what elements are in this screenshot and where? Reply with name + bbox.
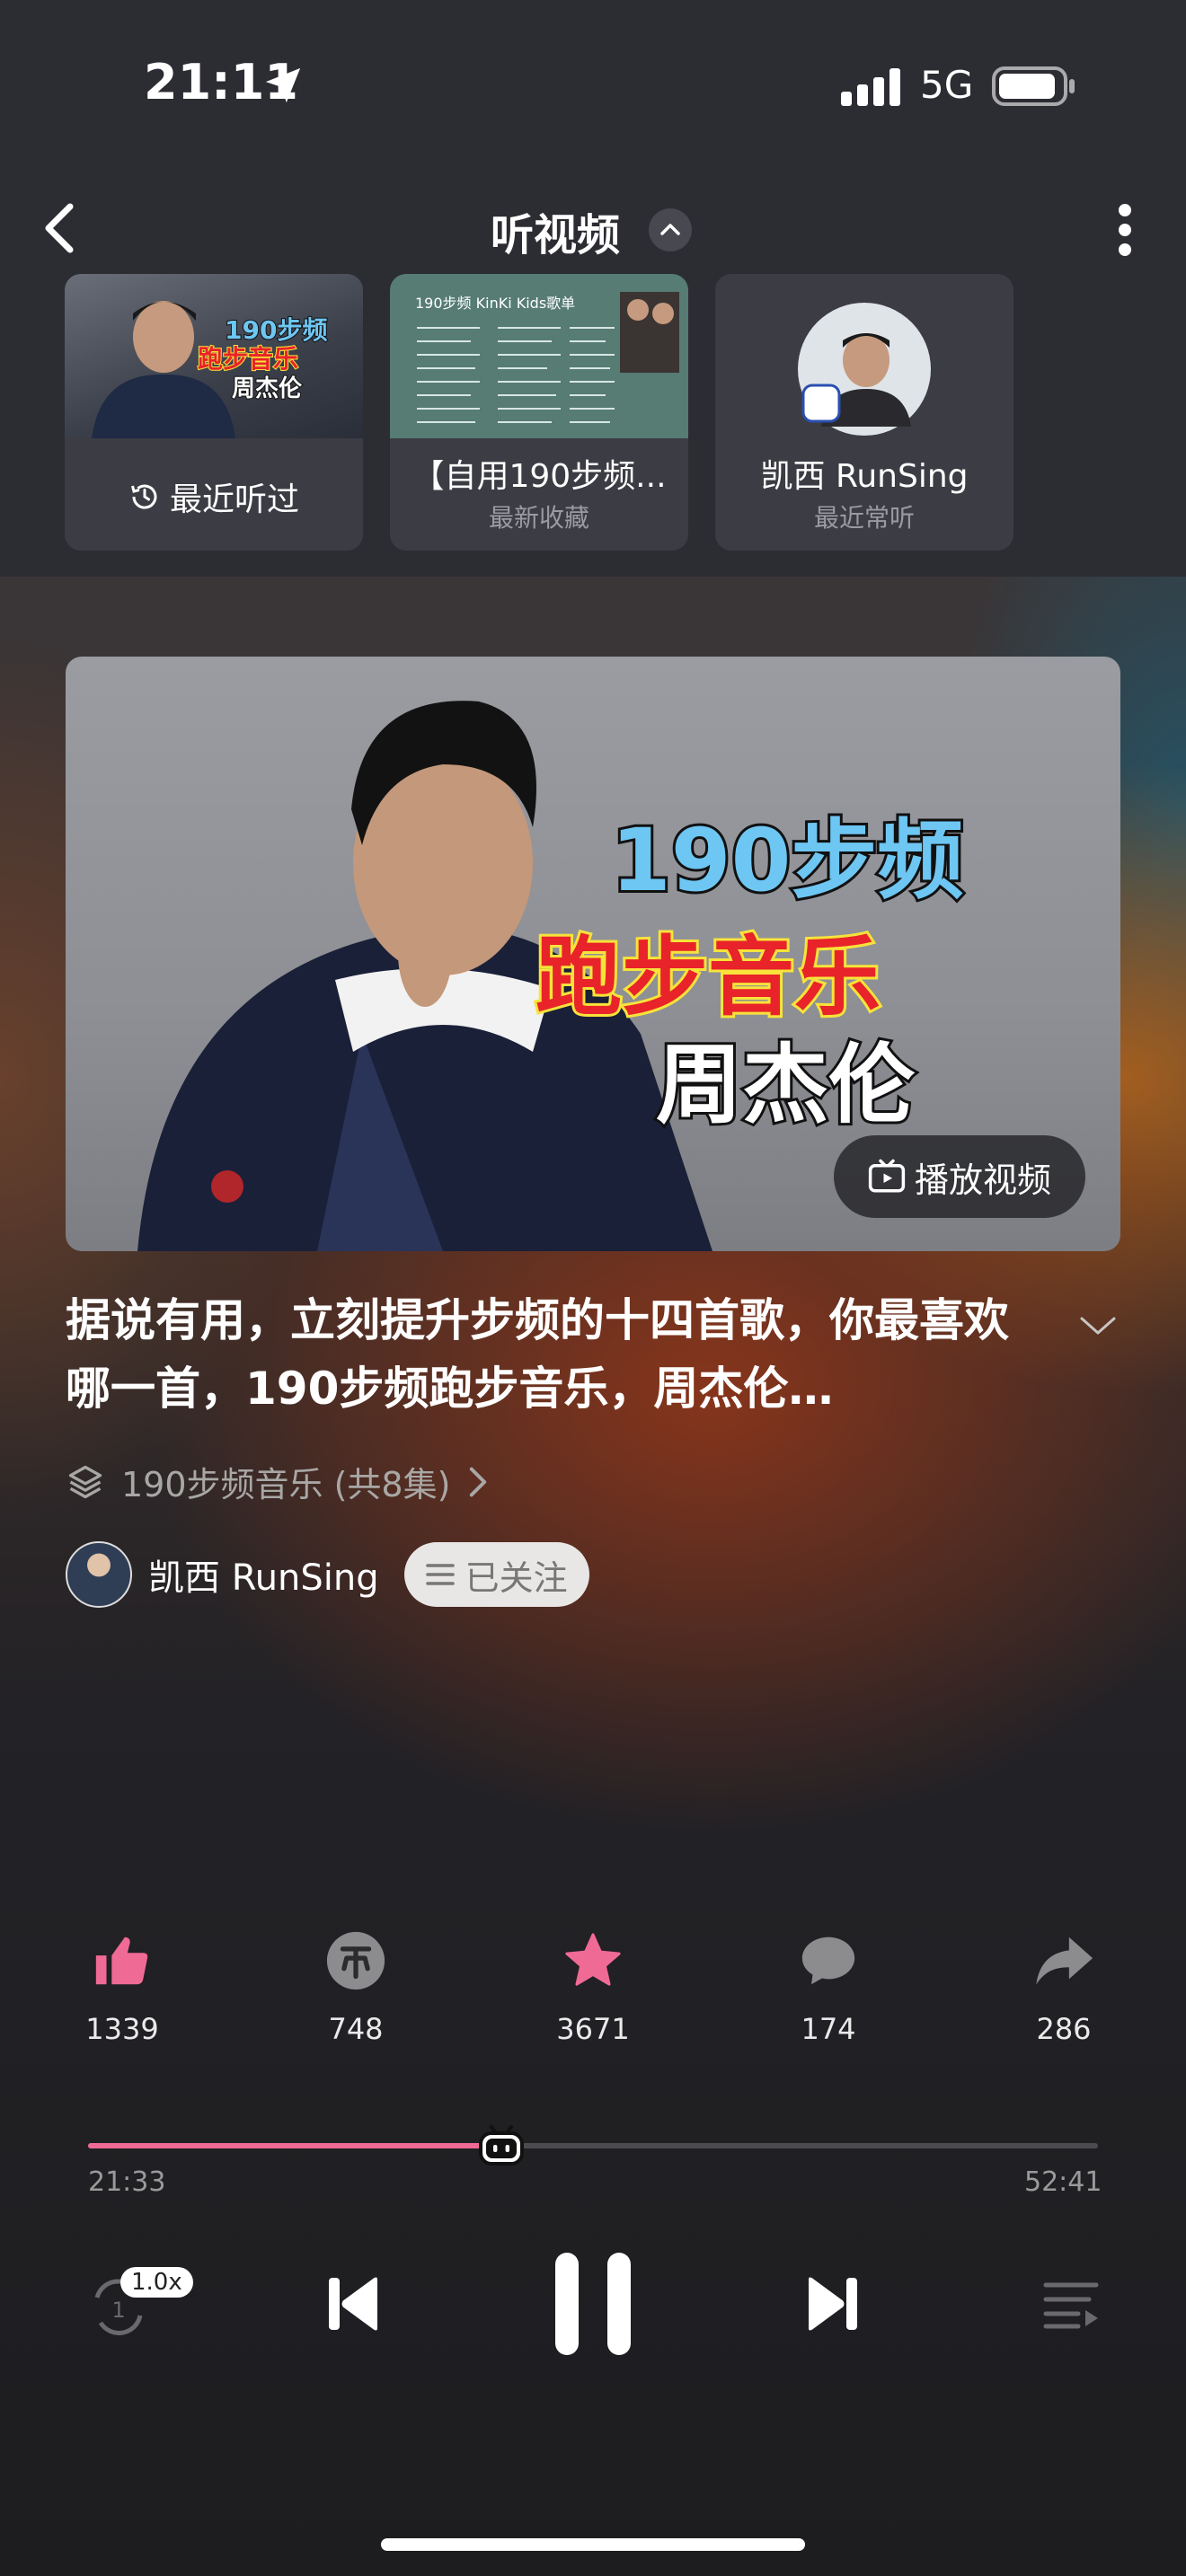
cover-text-line3: 周杰伦 bbox=[653, 1032, 917, 1138]
card-thumbnail-art: 190步频 跑步音乐 周杰伦 bbox=[92, 301, 328, 438]
card-thumbnail: 190步频 KinKi Kids歌单 bbox=[390, 274, 688, 438]
recent-card-subtitle: 最近常听 bbox=[813, 503, 915, 533]
like-button[interactable]: 1339 bbox=[50, 1929, 194, 2046]
more-options-icon[interactable] bbox=[1114, 203, 1136, 257]
previous-track-icon[interactable] bbox=[327, 2276, 381, 2332]
series-link[interactable]: 190步频音乐 (共8集) bbox=[66, 1457, 490, 1506]
author-row: 凯西 RunSing 已关注 bbox=[66, 1541, 589, 1608]
cover-text-line1: 190步频 bbox=[608, 807, 966, 913]
creator-avatar bbox=[798, 303, 931, 436]
back-icon[interactable] bbox=[41, 203, 77, 253]
playlist-icon[interactable] bbox=[1042, 2280, 1100, 2330]
author-avatar[interactable] bbox=[66, 1541, 132, 1608]
coin-count: 748 bbox=[328, 2012, 384, 2046]
thumb-line2: 跑步音乐 bbox=[198, 344, 298, 374]
card-thumbnail: 190步频 跑步音乐 周杰伦 bbox=[65, 274, 363, 438]
network-type: 5G bbox=[920, 63, 974, 107]
recent-card-subtitle: 最新收藏 bbox=[488, 503, 589, 533]
history-clock-icon bbox=[131, 484, 157, 509]
next-track-icon[interactable] bbox=[805, 2276, 859, 2332]
current-time: 21:33 bbox=[88, 2166, 166, 2198]
play-video-label: 播放视频 bbox=[914, 1160, 1051, 1200]
thumb-up-icon bbox=[95, 1936, 148, 1985]
series-label: 190步频音乐 (共8集) bbox=[121, 1465, 451, 1504]
share-count: 286 bbox=[1036, 2012, 1092, 2046]
chevron-up-icon bbox=[660, 224, 680, 235]
author-name[interactable]: 凯西 RunSing bbox=[148, 1548, 379, 1601]
star-icon bbox=[565, 1933, 621, 1986]
loop-count: 1 bbox=[111, 2298, 125, 2323]
recent-card-title: 凯西 RunSing bbox=[760, 458, 969, 495]
recent-card-title: 【自用190步频... bbox=[412, 458, 667, 495]
coin-button[interactable]: 748 bbox=[284, 1929, 428, 2046]
comment-icon bbox=[801, 1936, 855, 1985]
chevron-down-icon[interactable] bbox=[1078, 1311, 1118, 1338]
recent-card-history[interactable]: 190步频 跑步音乐 周杰伦 最近听过 bbox=[65, 274, 363, 551]
menu-lines-icon bbox=[425, 1564, 455, 1585]
recent-card-creator[interactable]: 凯西 RunSing 最近常听 bbox=[715, 274, 1013, 551]
location-arrow-icon bbox=[265, 67, 301, 103]
speed-badge[interactable]: 1.0x bbox=[120, 2267, 193, 2298]
comment-count: 174 bbox=[801, 2012, 856, 2046]
coin-icon bbox=[326, 1931, 385, 1990]
layers-icon bbox=[68, 1465, 102, 1498]
like-count: 1339 bbox=[85, 2012, 159, 2046]
following-button[interactable]: 已关注 bbox=[403, 1542, 589, 1607]
thumb-heading: 190步频 KinKi Kids歌单 bbox=[415, 295, 575, 312]
progress-knob-tv-icon[interactable] bbox=[477, 2123, 526, 2168]
recent-card-label: 最近听过 bbox=[169, 481, 299, 518]
share-icon bbox=[1036, 1936, 1093, 1985]
pause-icon[interactable] bbox=[553, 2251, 633, 2357]
song-title: 据说有用，立刻提升步频的十四首歌，你最喜欢哪一首，190步频跑步音乐，周杰伦… bbox=[66, 1294, 1009, 1415]
tv-play-icon bbox=[868, 1159, 906, 1193]
favorite-button[interactable]: 3671 bbox=[521, 1929, 665, 2046]
play-video-button[interactable]: 播放视频 bbox=[834, 1135, 1085, 1218]
progress-fill bbox=[88, 2143, 501, 2148]
comment-button[interactable]: 174 bbox=[757, 1929, 900, 2046]
recent-card-favorite[interactable]: 190步频 KinKi Kids歌单 【自用190步频... 最新收藏 bbox=[390, 274, 688, 551]
cellular-signal-icon bbox=[841, 68, 900, 106]
favorite-count: 3671 bbox=[556, 2012, 630, 2046]
battery-icon bbox=[992, 66, 1075, 106]
total-time: 52:41 bbox=[1024, 2166, 1102, 2198]
thumb-line1: 190步频 bbox=[225, 315, 327, 345]
thumb-line3: 周杰伦 bbox=[232, 375, 303, 402]
chevron-right-icon bbox=[470, 1467, 487, 1496]
progress-track[interactable] bbox=[88, 2143, 1098, 2148]
page-title: 听视频 bbox=[491, 210, 621, 260]
follow-label: 已关注 bbox=[465, 1557, 568, 1598]
cover-text-line2: 跑步音乐 bbox=[533, 924, 883, 1030]
playlist-thumbnail-art: 190步频 KinKi Kids歌单 bbox=[415, 292, 679, 423]
collapse-toggle-button[interactable] bbox=[649, 208, 692, 251]
home-indicator bbox=[381, 2538, 805, 2551]
share-button[interactable]: 286 bbox=[992, 1929, 1136, 2046]
